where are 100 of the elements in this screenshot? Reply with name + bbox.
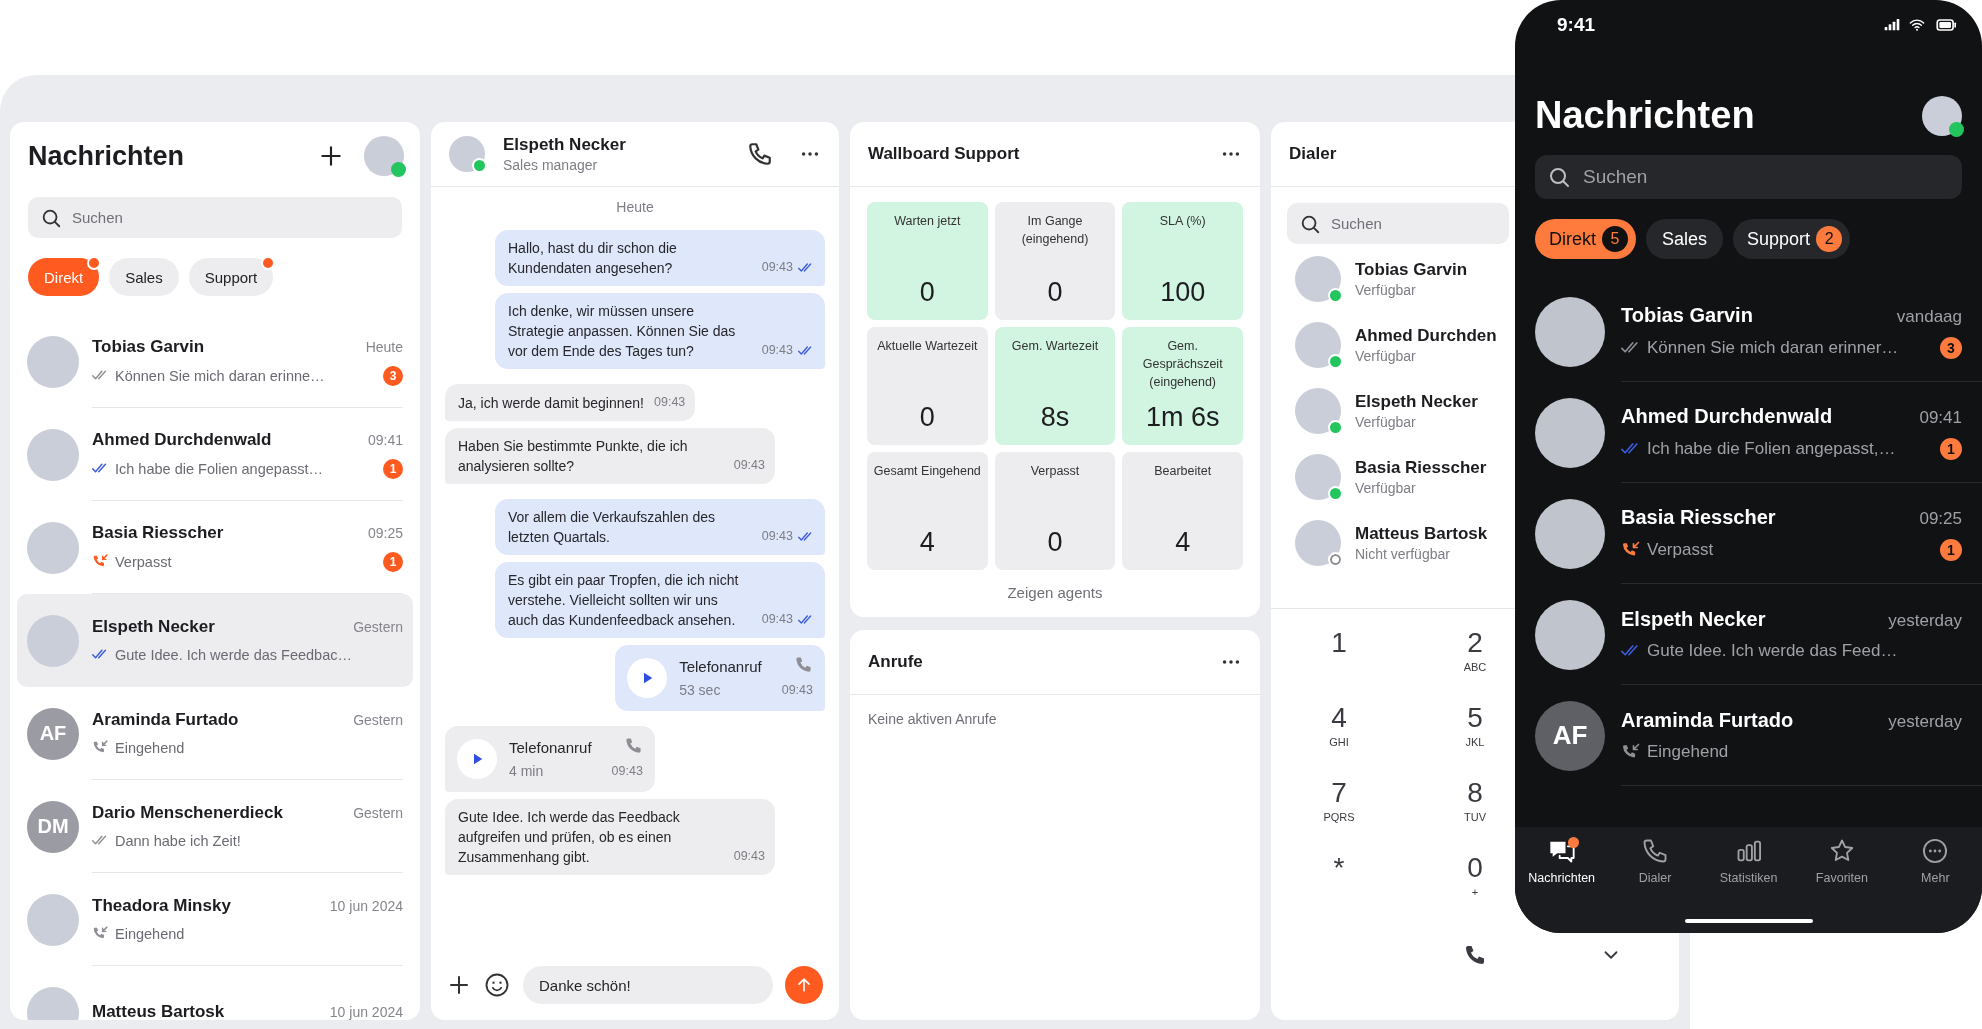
message-input[interactable]: Danke schön!: [523, 966, 773, 1004]
metric-value: 0: [1047, 277, 1063, 308]
unread-count: 1: [1940, 538, 1962, 561]
dial-key[interactable]: *: [1304, 847, 1374, 912]
contact-name: Tobias Garvin: [1621, 303, 1753, 327]
page-title: Nachrichten: [1535, 94, 1756, 137]
dial-key[interactable]: 0 +: [1440, 847, 1510, 912]
show-agents-link[interactable]: Zeigen agents: [1007, 584, 1103, 601]
play-button[interactable]: [457, 739, 497, 779]
contact-name: Elspeth Necker: [1621, 607, 1766, 631]
conversation-item[interactable]: Basia Riesscher 09:25 Verpasst 1: [1515, 483, 1982, 584]
search-field[interactable]: Suchen: [1535, 155, 1962, 199]
metric-label: Gem. Wartezeit: [1011, 338, 1099, 355]
search-field[interactable]: Suchen: [28, 197, 402, 238]
more-icon: [1921, 837, 1950, 865]
filter-chip[interactable]: Support: [188, 258, 274, 296]
dial-key[interactable]: 4 GHI: [1304, 697, 1374, 762]
metric-label: Verpasst: [1030, 463, 1080, 480]
message-preview: Ich habe die Folien angepasst…: [115, 460, 324, 477]
availability-status: Nicht verfügbar: [1355, 546, 1451, 562]
search-field[interactable]: Suchen: [1287, 203, 1509, 244]
panel-title: Anrufe: [868, 652, 924, 672]
count-badge: 2: [1816, 226, 1843, 252]
conversation-item[interactable]: Theadora Minsky 10 jun 2024 Eingehend: [17, 873, 413, 966]
tab[interactable]: Nachrichten: [1524, 837, 1600, 897]
conversation-item[interactable]: Ahmed Durchdenwald 09:41 Ich habe die Folien angepasst… 1: [17, 408, 413, 501]
timestamp: 09:43: [733, 457, 765, 474]
timestamp: 09:43: [781, 682, 813, 699]
contact-name[interactable]: Basia Riesscher: [1355, 458, 1487, 478]
panel-title: Dialer: [1289, 144, 1337, 164]
tab[interactable]: Dialer: [1634, 837, 1676, 897]
play-button[interactable]: [627, 658, 668, 698]
metric-label: Im Gange (eingehend): [1020, 213, 1090, 248]
dial-key[interactable]: 2 ABC: [1440, 622, 1510, 687]
conversation-item[interactable]: Tobias Garvin vandaag Können Sie mich daran erinner… 3: [1515, 281, 1982, 382]
conversation-item[interactable]: AF Araminda Furtado Gestern Eingehend: [17, 687, 413, 780]
conversation-item[interactable]: Ahmed Durchdenwald 09:41 Ich habe die Folien angepasst,… 1: [1515, 382, 1982, 483]
avatar-photo: [1295, 256, 1341, 302]
metric-label: SLA (%): [1159, 213, 1206, 230]
timestamp: 09:43: [761, 342, 793, 359]
conversation-item[interactable]: Tobias Garvin Heute Können Sie mich daran erinne… 3: [17, 315, 413, 408]
conversation-item[interactable]: Matteus Bartosk 10 jun 2024: [17, 966, 413, 1020]
dial-key[interactable]: 7 PQRS: [1304, 772, 1374, 837]
contact-name: Araminda Furtado: [1621, 708, 1794, 732]
metric-value: 4: [919, 527, 935, 558]
plus-icon[interactable]: [318, 143, 344, 169]
call-title: Telefonanruf: [679, 656, 762, 677]
plus-icon[interactable]: [447, 973, 471, 997]
contact-name[interactable]: Ahmed Durchden: [1355, 326, 1497, 346]
filter-chip[interactable]: Direkt 5: [1535, 219, 1636, 259]
timestamp: 09:43: [654, 394, 686, 411]
contact-name[interactable]: Elspeth Necker: [1355, 392, 1478, 412]
tab[interactable]: Statistiken: [1715, 837, 1782, 897]
avatar-photo: [27, 614, 79, 667]
dial-key[interactable]: 1: [1304, 622, 1374, 687]
conversation-item[interactable]: DM Dario Menschenerdieck Gestern Dann habe ich Zeit!: [17, 780, 413, 873]
conversation-item[interactable]: Elspeth Necker yesterday Gute Idee. Ich werde das Feed…: [1515, 584, 1982, 685]
contact-name: Theadora Minsky: [92, 896, 231, 916]
contact-name[interactable]: Tobias Garvin: [1355, 260, 1468, 280]
tab[interactable]: Favoriten: [1811, 837, 1872, 897]
avatar-photo: [1295, 454, 1341, 500]
message-preview: Können Sie mich daran erinner…: [1647, 337, 1900, 358]
empty-message: Keine aktiven Anrufe: [868, 711, 998, 727]
tab[interactable]: Mehr: [1917, 837, 1954, 897]
signal-icon: [1882, 17, 1902, 33]
avatar: AF: [1535, 700, 1605, 771]
message-preview: Eingehend: [1647, 741, 1730, 762]
phone-icon[interactable]: [747, 141, 773, 167]
filter-chip[interactable]: Sales: [1646, 219, 1724, 259]
filter-chip[interactable]: Support 2: [1733, 219, 1851, 259]
conversation-item[interactable]: Elspeth Necker Gestern Gute Idee. Ich werde das Feedbac…: [17, 594, 413, 687]
page-title: Nachrichten: [28, 140, 186, 172]
clock: 9:41: [1557, 14, 1596, 36]
call-title: Telefonanruf: [509, 737, 592, 758]
availability-status: Verfügbar: [1355, 480, 1417, 496]
unread-count: 3: [383, 365, 403, 386]
contact-name: Ahmed Durchdenwald: [92, 429, 272, 450]
timestamp: Gestern: [353, 805, 403, 821]
contact-name: Ahmed Durchdenwald: [1621, 404, 1833, 428]
dial-key[interactable]: 5 JKL: [1440, 697, 1510, 762]
filter-chip[interactable]: Sales: [109, 258, 179, 296]
timestamp: 09:41: [1919, 407, 1962, 428]
timestamp: Heute: [365, 338, 403, 355]
metric-value: 0: [1047, 527, 1063, 558]
conversation-item[interactable]: AF Araminda Furtado yesterday Eingehend: [1515, 685, 1982, 786]
contact-name: Basia Riesscher: [92, 522, 224, 543]
send-button[interactable]: [785, 966, 823, 1004]
emoji-icon[interactable]: [483, 971, 511, 999]
dial-key[interactable]: 8 TUV: [1440, 772, 1510, 837]
avatar-photo: [1295, 322, 1341, 368]
call-duration: 4 min: [509, 761, 545, 781]
message-preview: Verpasst: [115, 553, 173, 570]
avatar-photo: [27, 428, 79, 481]
date-divider: Heute: [616, 199, 654, 215]
message-preview: Verpasst: [1647, 539, 1715, 560]
metric-value: 0: [919, 277, 935, 308]
unread-count: 3: [1940, 336, 1962, 359]
contact-name[interactable]: Matteus Bartosk: [1355, 524, 1488, 544]
contact-name: Dario Menschenerdieck: [92, 803, 283, 823]
timestamp: 09:43: [761, 259, 793, 276]
